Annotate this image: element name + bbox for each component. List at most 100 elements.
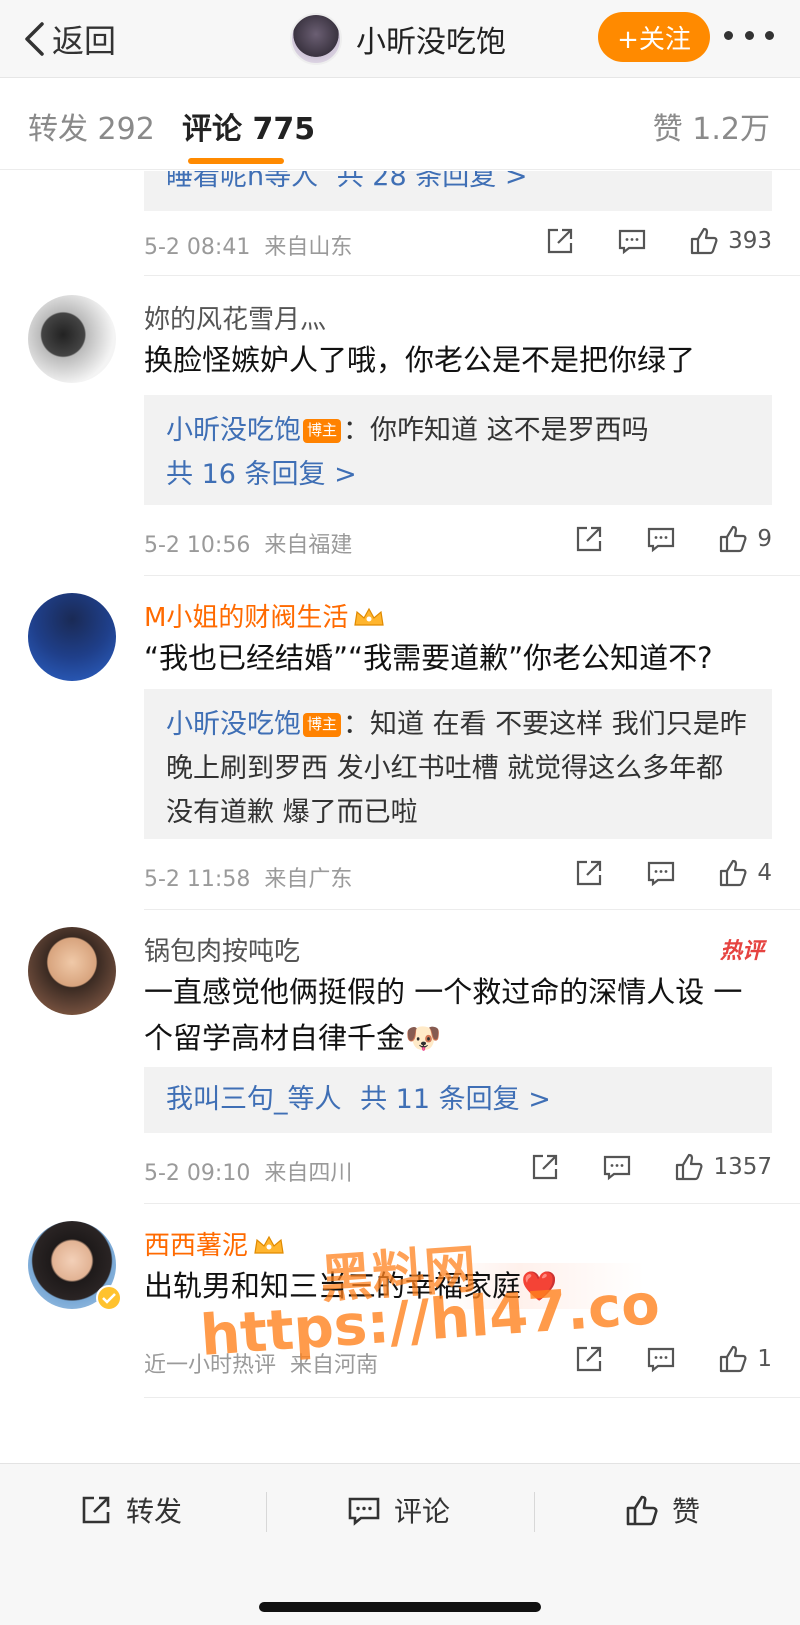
share-icon <box>577 1346 602 1372</box>
divider <box>266 1492 267 1532</box>
reply-text: ：你咋知道 这不是罗西吗 <box>343 415 649 446</box>
tab-repost[interactable]: 转发 292 <box>28 104 155 148</box>
comment-username[interactable]: 锅包肉按吨吃 <box>144 931 300 968</box>
repost-label: 转发 <box>126 1495 183 1528</box>
thumbs-up-icon <box>690 227 718 255</box>
thumbs-up-icon <box>720 1345 747 1373</box>
reply-author[interactable]: 小昕没吃饱 <box>166 415 301 446</box>
tab-likes[interactable]: 赞 1.2万 <box>653 104 770 148</box>
avatar[interactable] <box>28 927 116 1015</box>
author-badge: 博主 <box>303 713 342 737</box>
like-action[interactable]: 9 <box>717 523 772 555</box>
profile-header[interactable]: 小昕没吃饱 <box>290 12 506 66</box>
like-action[interactable]: 4 <box>717 857 772 889</box>
comment-action[interactable] <box>616 225 648 257</box>
like-count: 1357 <box>713 1154 772 1180</box>
thumbs-up-icon <box>720 525 747 553</box>
comment-time: 5-2 08:41 来自山东 <box>144 235 353 260</box>
like-label: 赞 <box>672 1495 701 1528</box>
like-count: 1 <box>757 1346 772 1372</box>
thumbs-up-icon <box>626 1495 658 1526</box>
comment-username[interactable]: M小姐的财阀生活 <box>144 597 386 634</box>
comment-actions: 4 <box>533 857 772 889</box>
tab-comments[interactable]: 评论 775 <box>182 104 315 148</box>
reply-total-link[interactable]: 共 11 条回复 > <box>360 1084 551 1115</box>
comment-actions: 393 <box>504 225 772 257</box>
home-indicator <box>259 1602 541 1612</box>
share-icon <box>82 1496 110 1524</box>
reply-preview[interactable]: 我叫三句_等人 共 11 条回复 > <box>144 1067 772 1133</box>
comment-action[interactable] <box>645 1343 677 1375</box>
divider <box>144 575 800 576</box>
avatar[interactable] <box>290 13 342 65</box>
back-label: 返回 <box>52 22 117 60</box>
more-dots-icon[interactable] <box>724 20 774 50</box>
thumbs-up-icon <box>676 1153 703 1181</box>
divider <box>144 1397 800 1398</box>
comment-actions: 1357 <box>489 1151 772 1183</box>
repost-action[interactable] <box>544 225 576 257</box>
comment-username[interactable]: 西西薯泥 <box>144 1225 286 1262</box>
like-action[interactable]: 393 <box>688 225 772 257</box>
repost-button[interactable]: 转发 <box>78 1490 182 1530</box>
top-nav-bar: 返回 小昕没吃饱 +关注 <box>0 0 800 78</box>
like-count: 9 <box>757 526 772 552</box>
thumbs-up-icon <box>720 859 747 887</box>
reply-preview[interactable]: 小昕没吃饱 博主 ：你咋知道 这不是罗西吗 共 16 条回复 > <box>144 395 772 505</box>
active-tab-indicator <box>188 158 284 164</box>
comment-text: 换脸怪嫉妒人了哦，你老公是不是把你绿了 <box>144 343 696 377</box>
comment-icon <box>648 527 675 553</box>
follow-button[interactable]: +关注 <box>598 12 710 62</box>
repost-action[interactable] <box>573 1343 605 1375</box>
comment-action[interactable] <box>645 857 677 889</box>
repost-action[interactable] <box>573 857 605 889</box>
comment-label: 评论 <box>394 1495 451 1528</box>
divider <box>144 275 800 276</box>
reply-author[interactable]: 小昕没吃饱 <box>166 709 301 740</box>
like-action[interactable]: 1357 <box>673 1151 772 1183</box>
reply-users[interactable]: 睡看呢n等人 <box>166 171 318 192</box>
share-icon <box>533 1154 558 1180</box>
reply-preview[interactable]: 睡看呢n等人 共 28 条回复 > <box>144 171 772 211</box>
comment-action[interactable] <box>601 1151 633 1183</box>
verified-icon <box>96 1285 122 1311</box>
like-count: 4 <box>757 860 772 886</box>
comment-text: 一直感觉他俩挺假的 一个救过命的深情人设 一个留学高材自律千金🐶 <box>144 975 743 1055</box>
comment-icon <box>618 229 646 255</box>
comment-actions: 9 <box>533 523 772 555</box>
comment-time: 5-2 09:10 来自四川 <box>144 1161 353 1186</box>
comment-button[interactable]: 评论 <box>346 1490 450 1530</box>
comment-username[interactable]: 妳的风花雪月灬 <box>144 299 326 336</box>
like-action[interactable]: 1 <box>717 1343 772 1375</box>
repost-action[interactable] <box>573 523 605 555</box>
comment-icon <box>648 861 675 887</box>
repost-action[interactable] <box>529 1151 561 1183</box>
reply-preview[interactable]: 小昕没吃饱 博主 ：知道 在看 不要这样 我们只是昨晚上刷到罗西 发小红书吐槽 就觉… <box>144 689 772 839</box>
divider <box>534 1492 535 1532</box>
comment-time: 5-2 11:58 来自广东 <box>144 867 353 892</box>
comment-icon <box>648 1347 675 1373</box>
reply-total-link[interactable]: 共 16 条回复 > <box>166 459 357 490</box>
back-button[interactable]: 返回 <box>22 14 116 64</box>
comment-time: 5-2 10:56 来自福建 <box>144 533 353 558</box>
chevron-left-icon <box>25 22 44 56</box>
comment-icon <box>604 1155 631 1181</box>
comment-actions: 1 <box>533 1343 772 1375</box>
comment-action[interactable] <box>645 523 677 555</box>
comment-text: “我也已经结婚”“我需要道歉”你老公知道不? <box>144 641 713 675</box>
hot-comment-badge: 热评 <box>719 939 764 964</box>
share-icon <box>547 228 573 254</box>
divider <box>144 1203 800 1204</box>
comment-icon <box>348 1497 380 1526</box>
like-count: 393 <box>728 228 772 254</box>
divider <box>144 909 800 910</box>
crown-icon <box>354 607 385 626</box>
reply-users[interactable]: 我叫三句_等人 <box>166 1084 342 1115</box>
reply-total-link[interactable]: 共 28 条回复 > <box>337 171 528 192</box>
tab-bar: 转发 292 评论 775 赞 1.2万 <box>0 78 800 170</box>
crown-icon <box>254 1235 284 1254</box>
avatar[interactable] <box>28 593 116 681</box>
bottom-action-bar: 转发 评论 赞 <box>0 1463 800 1625</box>
avatar[interactable] <box>28 295 116 383</box>
like-button[interactable]: 赞 <box>624 1490 700 1530</box>
